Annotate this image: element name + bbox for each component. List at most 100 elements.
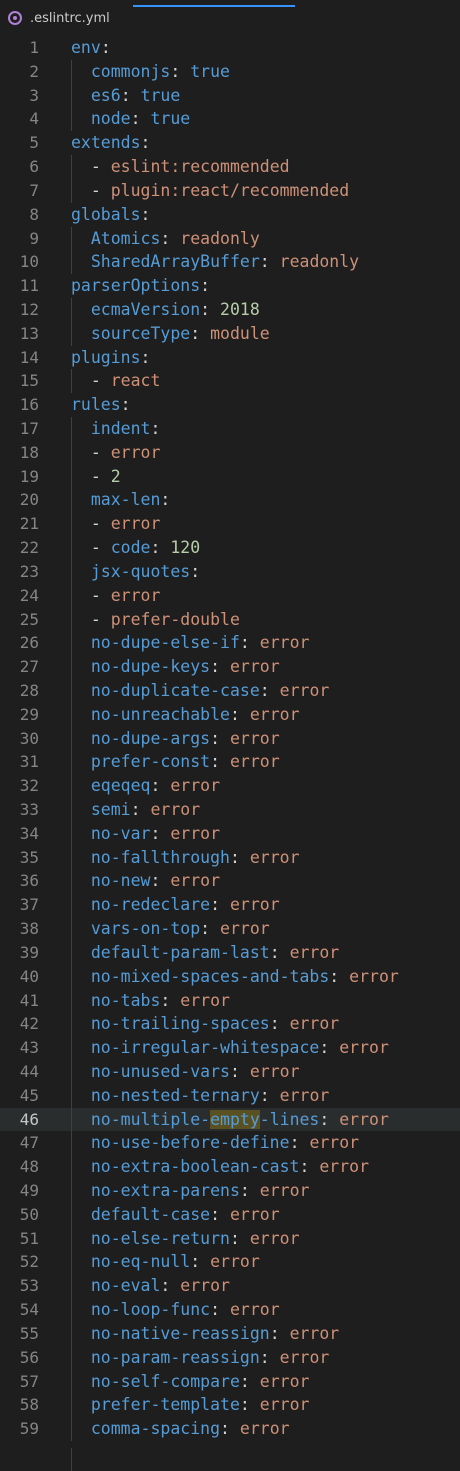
- colon: :: [150, 823, 161, 843]
- code-line[interactable]: 33 semi: error: [0, 798, 460, 822]
- code-line[interactable]: 20 max-len:: [0, 488, 460, 513]
- code-line[interactable]: 16 rules:: [0, 393, 460, 417]
- code-line[interactable]: 34 no-var: error: [0, 821, 460, 846]
- colon: :: [239, 1395, 250, 1415]
- yaml-value: error: [229, 895, 280, 915]
- colon: :: [120, 395, 131, 415]
- code-line[interactable]: 14 plugins:: [0, 346, 460, 370]
- code-line[interactable]: 59 comma-spacing: error: [0, 1417, 460, 1441]
- list-dash: -: [90, 585, 111, 605]
- code-line[interactable]: 53 no-eval: error: [0, 1274, 460, 1299]
- yaml-key: prefer-template: [90, 1395, 240, 1415]
- line-number: 1: [29, 38, 39, 57]
- yaml-key: code: [110, 538, 151, 558]
- line-number: 46: [19, 1109, 39, 1129]
- code-line[interactable]: 31 prefer-const: error: [0, 750, 460, 775]
- code-text: indent:: [71, 417, 161, 441]
- code-line[interactable]: 21 - error: [0, 512, 460, 537]
- code-line[interactable]: 24 - error: [0, 583, 460, 608]
- code-line[interactable]: 42 no-trailing-spaces: error: [0, 1012, 460, 1037]
- code-line[interactable]: 58 prefer-template: error: [0, 1393, 460, 1418]
- yaml-value: error: [249, 704, 300, 724]
- code-line[interactable]: 23 jsx-quotes:: [0, 559, 460, 584]
- colon: :: [160, 1276, 171, 1296]
- code-line[interactable]: 6 - eslint:recommended: [0, 155, 460, 179]
- code-line[interactable]: 29 no-unreachable: error: [0, 702, 460, 727]
- code-line[interactable]: 35 no-fallthrough: error: [0, 845, 460, 870]
- code-line[interactable]: 28 no-duplicate-case: error: [0, 678, 460, 703]
- code-line[interactable]: 52 no-eq-null: error: [0, 1250, 460, 1275]
- code-line[interactable]: 19 - 2: [0, 464, 460, 489]
- code-line[interactable]: 39 default-param-last: error: [0, 940, 460, 965]
- code-line[interactable]: 4 node: true: [0, 107, 460, 132]
- code-line[interactable]: 2 commonjs: true: [0, 59, 460, 84]
- code-line[interactable]: 1 env:: [0, 36, 460, 60]
- tab-eslintrc[interactable]: .eslintrc.yml: [0, 0, 110, 36]
- code-line[interactable]: 46 no-multiple-empty-lines: error: [0, 1107, 460, 1132]
- code-line[interactable]: 51 no-else-return: error: [0, 1226, 460, 1251]
- code-line[interactable]: 57 no-self-compare: error: [0, 1369, 460, 1394]
- code-line[interactable]: 26 no-dupe-else-if: error: [0, 631, 460, 656]
- code-line[interactable]: 44 no-unused-vars: error: [0, 1059, 460, 1084]
- code-line[interactable]: 38 vars-on-top: error: [0, 917, 460, 941]
- colon: :: [130, 109, 141, 129]
- line-number: 42: [19, 1014, 39, 1034]
- code-line[interactable]: 13 sourceType: module: [0, 321, 460, 346]
- code-line[interactable]: 5 extends:: [0, 131, 460, 155]
- code-line[interactable]: 9 Atomics: readonly: [0, 226, 460, 251]
- code-line[interactable]: 55 no-native-reassign: error: [0, 1321, 460, 1346]
- code-line[interactable]: 27 no-dupe-keys: error: [0, 655, 460, 679]
- code-line[interactable]: 3 es6: true: [0, 83, 460, 108]
- line-number: 32: [19, 776, 39, 796]
- code-editor[interactable]: 1 env: 2 commonjs: true 3 es6: true 4 node: …: [0, 36, 460, 1441]
- line-number: 44: [19, 1061, 39, 1081]
- code-line[interactable]: 48 no-extra-boolean-cast: error: [0, 1155, 460, 1179]
- yaml-key: no-use-before-define: [90, 1133, 290, 1153]
- code-line[interactable]: 30 no-dupe-args: error: [0, 726, 460, 751]
- yaml-value: true: [150, 109, 191, 129]
- yaml-key: es6: [90, 85, 121, 105]
- code-text: no-dupe-args: error: [71, 727, 280, 751]
- code-line[interactable]: 37 no-redeclare: error: [0, 893, 460, 918]
- code-line[interactable]: 45 no-nested-ternary: error: [0, 1083, 460, 1108]
- code-line[interactable]: 8 globals:: [0, 203, 460, 227]
- code-line[interactable]: 15 - react: [0, 369, 460, 394]
- code-line[interactable]: 54 no-loop-func: error: [0, 1298, 460, 1322]
- eslint-icon: [8, 11, 22, 25]
- code-line[interactable]: 22 - code: 120: [0, 536, 460, 560]
- code-line[interactable]: 50 default-case: error: [0, 1202, 460, 1227]
- code-line[interactable]: 40 no-mixed-spaces-and-tabs: error: [0, 964, 460, 989]
- code-line[interactable]: 49 no-extra-parens: error: [0, 1179, 460, 1203]
- code-line[interactable]: 43 no-irregular-whitespace: error: [0, 1036, 460, 1060]
- code-line[interactable]: 12 ecmaVersion: 2018: [0, 297, 460, 322]
- code-line[interactable]: 18 - error: [0, 440, 460, 465]
- code-line[interactable]: 25 - prefer-double: [0, 607, 460, 632]
- code-line[interactable]: 41 no-tabs: error: [0, 988, 460, 1013]
- code-line[interactable]: 11 parserOptions:: [0, 274, 460, 298]
- code-line[interactable]: 10 SharedArrayBuffer: readonly: [0, 250, 460, 275]
- code-line[interactable]: 7 - plugin:react/recommended: [0, 178, 460, 203]
- code-line[interactable]: 32 eqeqeq: error: [0, 774, 460, 798]
- indent-guide-tail: [71, 1448, 72, 1471]
- line-number: 3: [29, 85, 39, 105]
- code-line[interactable]: 17 indent:: [0, 417, 460, 441]
- code-text: node: true: [71, 107, 190, 131]
- code-line[interactable]: 56 no-param-reassign: error: [0, 1345, 460, 1370]
- tab-label: .eslintrc.yml: [30, 10, 110, 26]
- code-line[interactable]: 47 no-use-before-define: error: [0, 1131, 460, 1156]
- line-number: 24: [19, 585, 39, 605]
- code-line[interactable]: 36 no-new: error: [0, 869, 460, 894]
